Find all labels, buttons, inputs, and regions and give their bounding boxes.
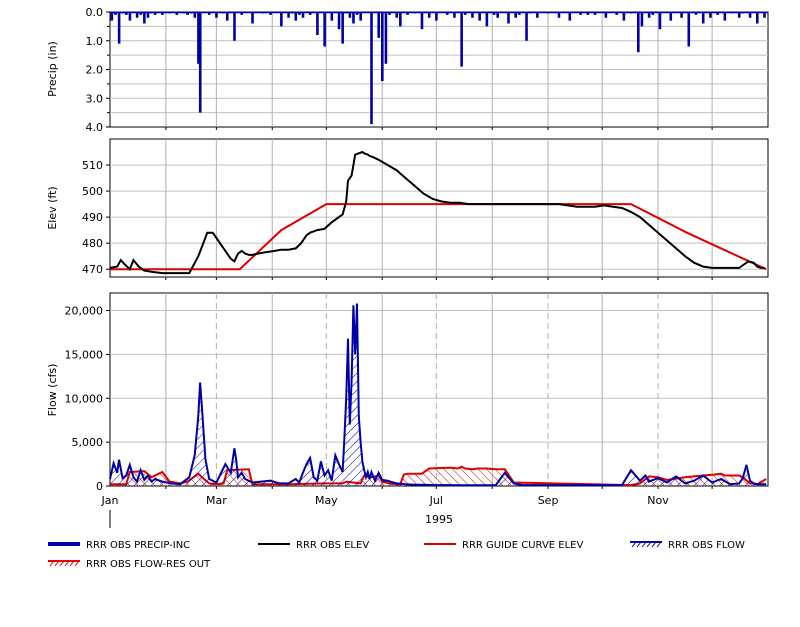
- month-label: Mar: [206, 494, 227, 507]
- precip-bar: [359, 12, 362, 21]
- month-label: Nov: [647, 494, 669, 507]
- elevation-y-ticks: 470 480 490 500 510: [82, 159, 110, 276]
- precip-bar: [435, 12, 438, 21]
- precip-bar: [568, 12, 572, 21]
- legend-item-flow: RRR OBS FLOW: [630, 540, 745, 551]
- precip-bar: [640, 12, 644, 27]
- y-tick-label: 500: [82, 185, 103, 198]
- legend-item-precip: RRR OBS PRECIP-INC: [48, 540, 190, 551]
- y-tick-label: 20,000: [65, 305, 104, 318]
- precip-bar: [420, 12, 424, 30]
- flow-axis-label: Flow (cfs): [46, 364, 59, 417]
- precip-y-ticks: 0.0 1.0 2.0 3.0 4.0: [86, 6, 110, 134]
- month-tick-labels: Jan Mar May Jul Sep Nov: [101, 494, 670, 507]
- legend-item-res_out: RRR OBS FLOW-RES OUT: [48, 559, 211, 570]
- precip-bar: [225, 12, 229, 21]
- precip-bar: [384, 12, 388, 64]
- elevation-panel: 470 480 490 500 510 Elev (ft): [46, 138, 769, 280]
- y-tick-label: 1.0: [86, 35, 104, 48]
- y-tick-label: 3.0: [86, 92, 104, 105]
- y-tick-label: 15,000: [65, 348, 104, 361]
- precip-bar: [723, 12, 727, 21]
- hydrograph-figure: 0.0 1.0 2.0 3.0 4.0 Precip (in) 470 480 490 500…: [46, 6, 769, 570]
- y-tick-label: 0.0: [86, 6, 104, 19]
- month-label: Jul: [429, 494, 443, 507]
- precip-bar: [701, 12, 705, 24]
- precip-bar: [337, 12, 341, 30]
- y-tick-label: 470: [82, 263, 103, 276]
- month-label: Sep: [538, 494, 559, 507]
- flow-panel: 0 5,000 10,000 15,000 20,000 Flow (cfs): [46, 292, 769, 493]
- precip-bar: [110, 12, 114, 21]
- month-label: Jan: [101, 494, 119, 507]
- y-tick-label: 5,000: [72, 436, 104, 449]
- precip-bar: [294, 12, 298, 21]
- precip-bar: [478, 12, 481, 21]
- precip-bar: [460, 12, 463, 67]
- precip-bar: [323, 12, 326, 47]
- legend-label: RRR OBS FLOW-RES OUT: [86, 559, 211, 570]
- precip-bar: [330, 12, 334, 21]
- precip-bar: [637, 12, 640, 53]
- precip-bar: [341, 12, 344, 44]
- flow-y-ticks: 0 5,000 10,000 15,000 20,000: [65, 305, 110, 493]
- precip-bar: [381, 12, 384, 81]
- y-tick-label: 2.0: [86, 64, 104, 77]
- legend-label: RRR OBS PRECIP-INC: [86, 540, 190, 551]
- y-tick-label: 10,000: [65, 392, 104, 405]
- precip-bar: [280, 12, 283, 27]
- precip-bar: [233, 12, 236, 41]
- legend-item-elev: RRR OBS ELEV: [258, 540, 369, 551]
- precip-bar: [316, 12, 319, 35]
- precip-bar: [658, 12, 662, 30]
- precip-bar: [251, 12, 254, 24]
- precip-bar: [128, 12, 132, 21]
- precip-bar: [377, 12, 381, 38]
- precip-bar: [370, 12, 373, 125]
- legend-label: RRR OBS ELEV: [296, 540, 369, 551]
- legend: RRR OBS PRECIP-INC RRR OBS ELEV RRR GUIDE …: [48, 540, 745, 570]
- precip-panel: 0.0 1.0 2.0 3.0 4.0 Precip (in): [46, 6, 769, 134]
- legend-label: RRR GUIDE CURVE ELEV: [462, 540, 583, 551]
- precip-bar: [198, 12, 202, 113]
- precip-bar: [485, 12, 489, 27]
- y-tick-label: 490: [82, 211, 103, 224]
- elevation-axis-label: Elev (ft): [46, 186, 59, 229]
- precip-bar: [117, 12, 121, 44]
- y-tick-label: 0: [96, 480, 103, 493]
- precip-bar: [352, 12, 355, 24]
- precip-bar: [143, 12, 146, 24]
- precip-bar: [687, 12, 691, 47]
- legend-label: RRR OBS FLOW: [668, 540, 745, 551]
- elevation-plot-frame: [109, 138, 769, 278]
- precip-bar: [755, 12, 759, 24]
- y-tick-label: 4.0: [86, 121, 104, 134]
- y-tick-label: 480: [82, 237, 103, 250]
- time-axis: Jan Mar May Jul Sep Nov 1995: [101, 494, 670, 528]
- precip-bar: [507, 12, 510, 24]
- year-label: 1995: [425, 513, 453, 526]
- legend-item-guide: RRR GUIDE CURVE ELEV: [424, 540, 583, 551]
- flow-plot-frame: [109, 292, 769, 487]
- month-label: May: [315, 494, 338, 507]
- precip-bar: [622, 12, 626, 21]
- precip-bar: [525, 12, 528, 41]
- precip-bar: [669, 12, 673, 21]
- precip-bar: [399, 12, 402, 27]
- y-tick-label: 510: [82, 159, 103, 172]
- precip-axis-label: Precip (in): [46, 41, 59, 97]
